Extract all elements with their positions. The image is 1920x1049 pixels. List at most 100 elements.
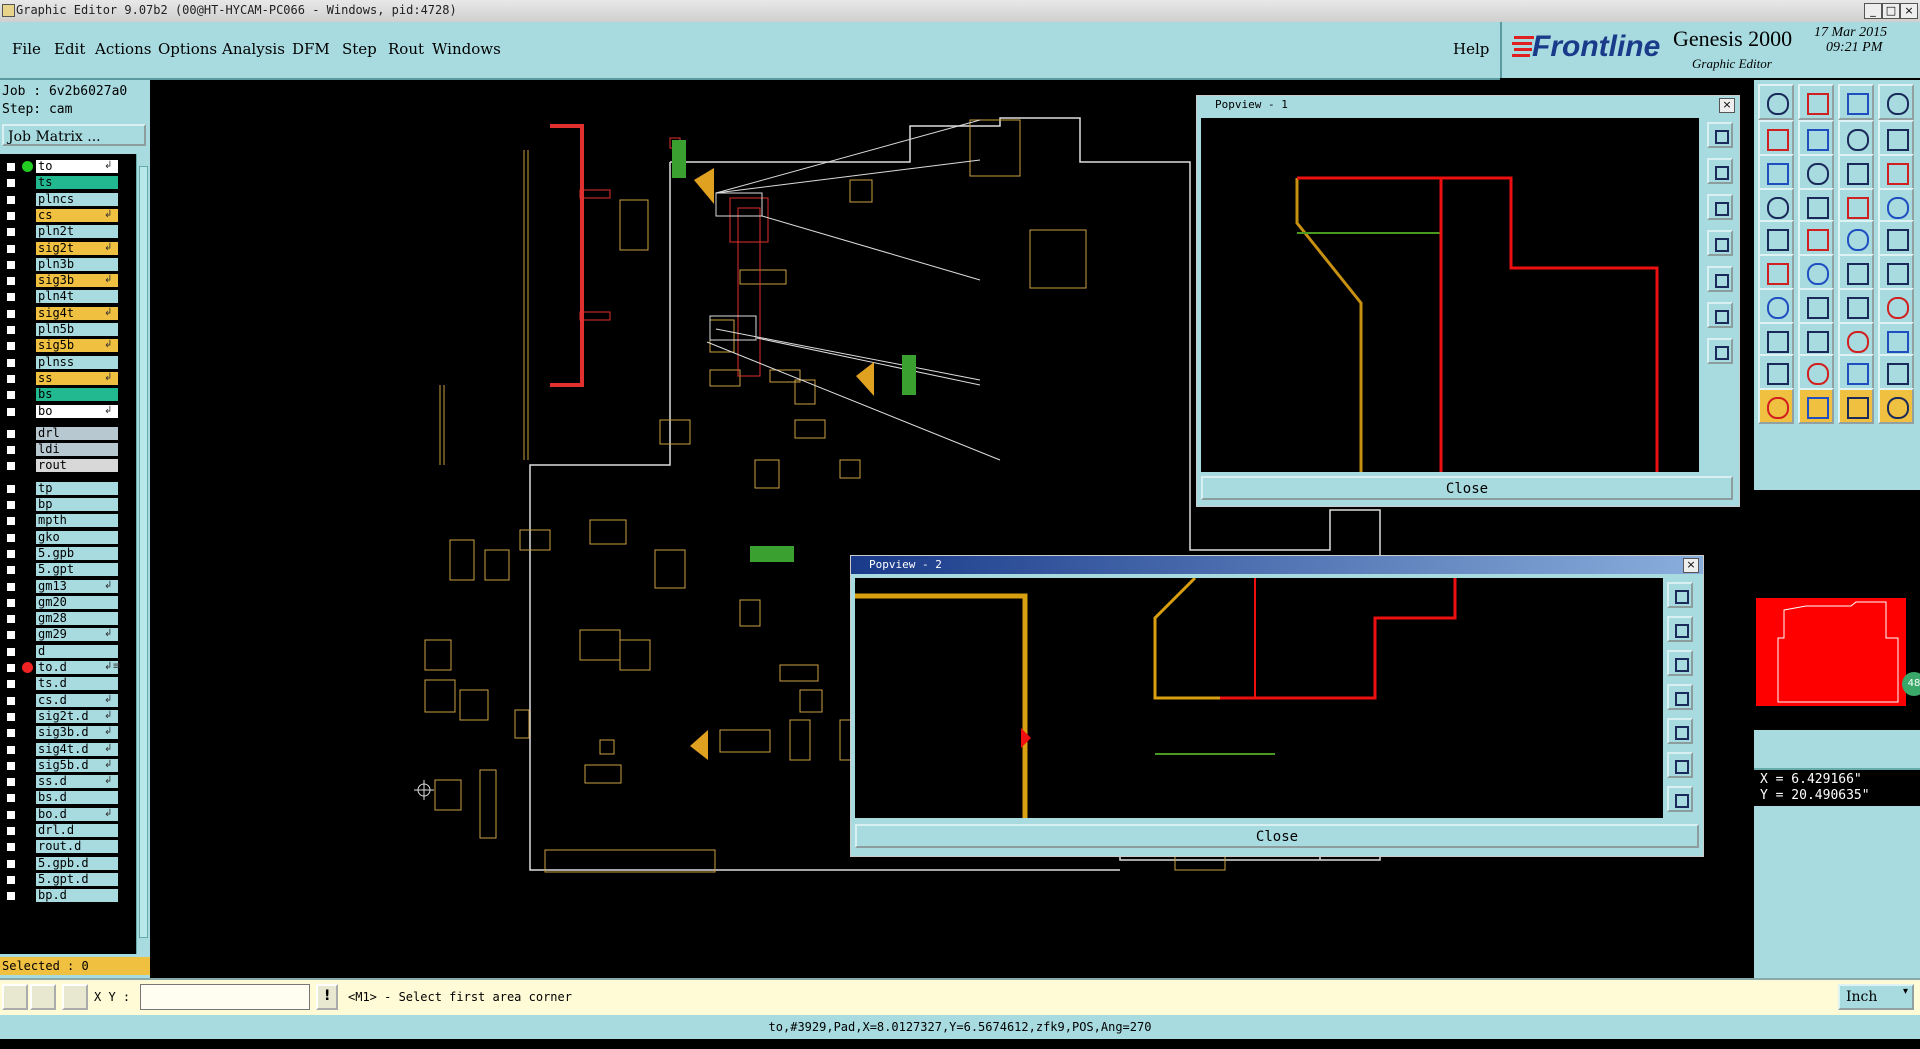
layer-checkbox[interactable]	[6, 259, 16, 270]
popview-2-zoom-fit-button[interactable]	[1667, 582, 1693, 608]
layer-checkbox[interactable]	[6, 428, 16, 439]
layer-checkbox[interactable]	[6, 276, 16, 287]
layer-row[interactable]: sig5b.d ↲	[0, 758, 120, 773]
popview-1-zoom-fit-button[interactable]	[1707, 122, 1733, 148]
layer-row[interactable]: to.d ↲≡	[0, 661, 121, 675]
layer-name[interactable]: 5.gpt	[36, 563, 118, 577]
layer-row[interactable]: bs	[0, 388, 120, 402]
zoom-home-tool-button[interactable]	[1798, 154, 1834, 190]
copy-tool-button[interactable]	[1878, 254, 1914, 290]
popview-1-pan-right-button[interactable]	[1707, 266, 1733, 292]
layer-row[interactable]: plnss	[0, 355, 120, 370]
layer-name[interactable]: bp	[36, 498, 118, 511]
layer-checkbox[interactable]	[6, 597, 16, 608]
angle-tool-button[interactable]	[1878, 354, 1914, 390]
layer-row[interactable]: 5.gpt	[0, 563, 120, 577]
layer-row[interactable]: sig5b ↲	[0, 339, 120, 353]
layer-row[interactable]: cs.d ↲	[0, 693, 120, 708]
popview-1-close-x[interactable]: ×	[1719, 98, 1735, 113]
layer-checkbox[interactable]	[6, 532, 16, 543]
select-tool-button[interactable]	[1758, 388, 1794, 424]
layer-list-scrollbar[interactable]	[136, 154, 149, 954]
layer-checkbox[interactable]	[6, 842, 16, 853]
move-tool-button[interactable]	[1758, 254, 1794, 290]
layer-row[interactable]: rout	[0, 459, 120, 473]
layer-checkbox[interactable]	[6, 646, 16, 657]
layer-checkbox[interactable]	[6, 162, 16, 172]
layer-row[interactable]: to ↲	[0, 160, 120, 174]
layer-name[interactable]: d	[36, 644, 118, 658]
select-feature-tool-button[interactable]	[1798, 388, 1834, 424]
layer-name[interactable]: ldi	[36, 443, 118, 457]
layer-name[interactable]: bs.d	[36, 791, 118, 805]
popview-1-zoom-out-button[interactable]	[1707, 194, 1733, 220]
help-tool-button[interactable]	[1878, 154, 1914, 190]
menu-step[interactable]: Step	[342, 40, 377, 58]
layer-name[interactable]: rout.d	[36, 840, 118, 854]
layer-checkbox[interactable]	[6, 548, 16, 559]
minimap-panel[interactable]: 48	[1754, 490, 1920, 730]
units-dropdown[interactable]: Inch ▾	[1838, 984, 1914, 1010]
layer-checkbox[interactable]	[6, 461, 16, 472]
layer-row[interactable]: 5.gpt.d	[0, 872, 120, 887]
popview-1-canvas[interactable]	[1201, 118, 1699, 472]
layer-name[interactable]: bp.d	[36, 889, 118, 903]
layer-checkbox[interactable]	[6, 308, 16, 319]
feature-tool-button[interactable]	[1798, 322, 1834, 358]
layer-name[interactable]: drl	[36, 426, 118, 440]
layer-checkbox[interactable]	[6, 744, 16, 755]
text-tool-button[interactable]	[1798, 354, 1834, 390]
layer-checkbox[interactable]	[6, 858, 16, 869]
layer-name[interactable]: 5.gpt.d	[36, 872, 118, 886]
layer-row[interactable]: drl	[0, 426, 120, 441]
zoom-fit-tool-button[interactable]	[1758, 154, 1794, 190]
snap-tool-button[interactable]	[1798, 188, 1834, 224]
layer-name[interactable]: 5.gpb	[36, 546, 118, 560]
layer-checkbox[interactable]	[6, 292, 16, 303]
open-job-tool-button[interactable]	[1758, 84, 1794, 120]
layer-checkbox[interactable]	[6, 614, 16, 625]
layout-tool-button[interactable]	[1878, 84, 1914, 120]
surface-tool-button[interactable]	[1838, 322, 1874, 358]
layer-row[interactable]: sig2t.d ↲	[0, 709, 120, 724]
layer-row[interactable]: plncs	[0, 192, 120, 207]
layer-checkbox[interactable]	[6, 194, 16, 205]
layer-row[interactable]: pln2t	[0, 225, 120, 239]
dimension-tool-button[interactable]	[1838, 354, 1874, 390]
popview-2-canvas[interactable]	[855, 578, 1663, 818]
layer-checkbox[interactable]	[6, 227, 16, 238]
menu-dfm[interactable]: DFM	[292, 40, 330, 58]
job-matrix-button[interactable]: Job Matrix ...	[2, 124, 146, 146]
layer-row[interactable]: drl.d	[0, 824, 120, 838]
snap-mode-icon[interactable]	[2, 984, 28, 1010]
arc-tool-button[interactable]	[1798, 288, 1834, 324]
layer-row[interactable]: 5.gpb	[0, 546, 120, 561]
layer-name[interactable]: tp	[36, 481, 118, 495]
layer-row[interactable]: 5.gpb.d	[0, 856, 120, 871]
layer-name[interactable]: 5.gpb.d	[36, 856, 118, 870]
grid-icon[interactable]	[62, 984, 88, 1010]
layer-row[interactable]: tp	[0, 481, 120, 496]
layer-checkbox[interactable]	[6, 516, 16, 527]
popview-2-zoom-in-button[interactable]	[1667, 616, 1693, 642]
layer-checkbox[interactable]	[6, 325, 16, 335]
layer-checkbox[interactable]	[6, 826, 16, 836]
layer-name[interactable]: plncs	[36, 192, 118, 206]
line-tool-button[interactable]	[1758, 288, 1794, 324]
layer-name[interactable]: pln5b	[36, 323, 118, 336]
select-net-tool-button[interactable]	[1838, 388, 1874, 424]
popview-2-pan-down-button[interactable]	[1667, 786, 1693, 812]
layer-checkbox[interactable]	[6, 243, 16, 254]
layer-checkbox[interactable]	[6, 663, 16, 673]
menu-analysis[interactable]: Analysis	[222, 40, 285, 58]
layer-row[interactable]: ldi	[0, 443, 120, 457]
layer-row[interactable]: cs ↲	[0, 208, 120, 223]
layer-row[interactable]: sig2t ↲	[0, 241, 120, 256]
layer-name[interactable]: pln4t	[36, 290, 118, 304]
minimap-badge[interactable]: 48	[1902, 672, 1920, 696]
layer-name[interactable]: ts	[36, 176, 118, 190]
window-tool-button[interactable]	[1838, 120, 1874, 156]
layer-row[interactable]: gm28	[0, 612, 120, 626]
layer-checkbox[interactable]	[6, 760, 16, 771]
popview-2-pan-left-button[interactable]	[1667, 684, 1693, 710]
